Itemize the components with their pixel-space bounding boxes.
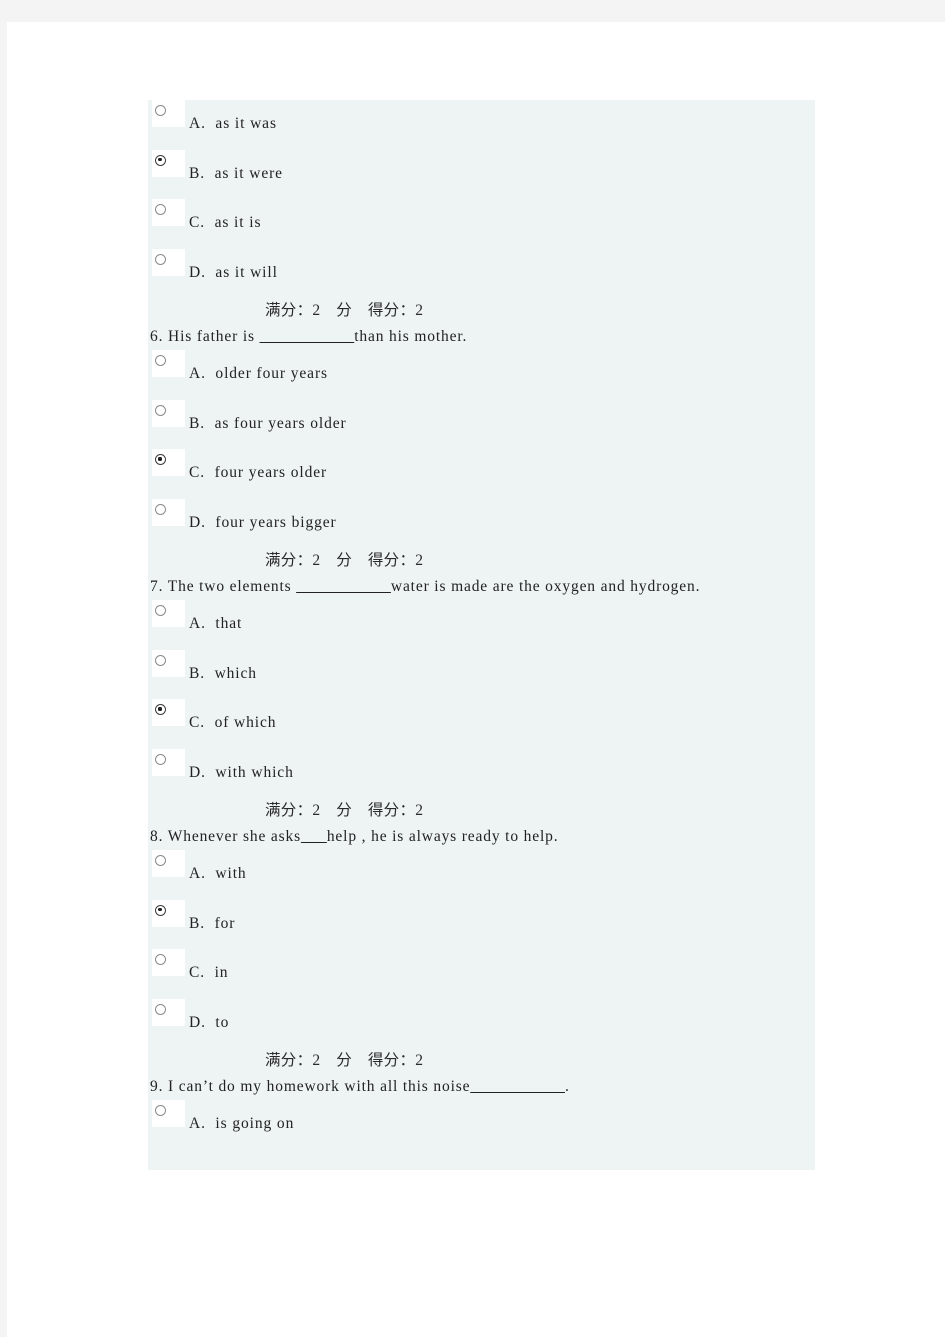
radio-unselected-icon[interactable] [155,204,166,215]
radio-unselected-icon[interactable] [155,355,166,366]
radio-button-cell[interactable] [152,248,185,276]
radio-unselected-icon[interactable] [155,503,166,515]
radio-unselected-icon[interactable] [155,654,166,666]
answer-option-row[interactable]: A. with [148,850,815,900]
radio-selected-icon[interactable] [155,154,166,166]
answer-option-row[interactable]: C. of which [148,699,815,749]
radio-unselected-icon[interactable] [155,855,166,866]
radio-unselected-icon[interactable] [155,253,166,265]
answer-option-label: A. that [189,615,243,632]
radio-unselected-icon[interactable] [155,105,166,116]
question-number: 8. [150,828,164,845]
question-text-after-blank: than his mother. [354,328,468,345]
quiz-question-panel: A. as it was B. as it were C. as it is D. a… [148,100,815,1170]
question-blank: ___________ [259,328,355,345]
answer-option-label: A. with [189,865,247,882]
radio-button-cell[interactable] [152,748,185,776]
radio-button-cell[interactable] [152,350,185,377]
answer-option-row[interactable]: D. four years bigger [148,498,815,549]
document-page: A. as it was B. as it were C. as it is D. a… [7,22,945,1337]
question-blank: ___________ [470,1078,565,1095]
question-text-before-blank: His father is [163,328,260,345]
question-text-after-blank: help , he is always ready to help. [326,828,559,845]
radio-unselected-icon[interactable] [155,1003,166,1015]
radio-button-cell[interactable] [152,850,185,877]
radio-button-cell[interactable] [152,149,185,177]
question-number: 9. [150,1078,164,1095]
score-line: 满分：2 分 得分：2 [265,552,424,569]
answer-option-row[interactable]: D. with which [148,748,815,799]
question-stem: 9. I can’t do my homework with all this … [148,1074,815,1100]
question-number: 7. [150,578,164,595]
radio-button-cell[interactable] [152,699,185,726]
radio-button-cell[interactable] [152,199,185,226]
answer-option-row[interactable]: B. for [148,899,815,950]
radio-button-cell[interactable] [152,498,185,526]
radio-unselected-icon[interactable] [155,753,166,765]
answer-option-row[interactable]: A. older four years [148,350,815,400]
radio-selected-icon[interactable] [155,904,166,916]
answer-option-label: D. four years bigger [189,513,337,531]
question-text-after-blank: . [564,1078,570,1095]
answer-option-row[interactable]: C. in [148,949,815,999]
answer-option-label: C. of which [189,714,277,731]
answer-option-label: B. which [189,664,257,682]
left-gray-strip [0,22,7,1337]
radio-button-cell[interactable] [152,649,185,677]
answer-option-label: B. for [189,914,236,932]
radio-button-cell[interactable] [152,399,185,427]
radio-button-cell[interactable] [152,949,185,976]
radio-button-cell[interactable] [152,100,185,127]
question-stem: 7. The two elements ___________water is … [148,574,815,600]
radio-button-cell[interactable] [152,1100,185,1127]
answer-option-row[interactable]: C. as it is [148,199,815,249]
answer-option-label: A. older four years [189,365,328,382]
answer-option-label: D. as it will [189,263,278,281]
answer-option-row[interactable]: A. that [148,600,815,650]
question-text-before-blank: I can’t do my homework with all this noi… [163,1078,471,1095]
answer-option-row[interactable]: C. four years older [148,449,815,499]
radio-unselected-icon[interactable] [155,605,166,616]
answer-option-label: C. in [189,964,229,981]
question-text-after-blank: water is made are the oxygen and hydroge… [390,578,701,595]
score-line: 满分：2 分 得分：2 [265,302,424,319]
radio-button-cell[interactable] [152,998,185,1026]
question-blank: ___ [301,828,327,845]
question-text-before-blank: Whenever she asks [163,828,302,845]
radio-button-cell[interactable] [152,449,185,476]
radio-unselected-icon[interactable] [155,954,166,965]
question-blank: ___________ [296,578,391,595]
answer-option-row[interactable]: D. as it will [148,248,815,299]
answer-option-row[interactable]: D. to [148,998,815,1049]
answer-option-label: D. to [189,1013,230,1031]
radio-unselected-icon[interactable] [155,1105,166,1116]
radio-button-cell[interactable] [152,899,185,927]
top-gray-strip [0,0,945,22]
answer-option-label: A. as it was [189,115,277,132]
question-stem: 6. His father is ___________than his mot… [148,324,815,350]
answer-option-label: B. as it were [189,164,283,182]
answer-option-label: A. is going on [189,1115,295,1132]
answer-option-row[interactable]: B. which [148,649,815,700]
answer-option-label: C. as it is [189,214,262,231]
answer-option-label: D. with which [189,763,294,781]
question-stem: 8. Whenever she asks___help , he is alwa… [148,824,815,850]
answer-option-row[interactable]: A. is going on [148,1100,815,1150]
radio-selected-icon[interactable] [155,704,166,715]
question-number: 6. [150,328,164,345]
answer-option-row[interactable]: A. as it was [148,100,815,150]
radio-selected-icon[interactable] [155,454,166,465]
radio-button-cell[interactable] [152,600,185,627]
answer-option-row[interactable]: B. as four years older [148,399,815,450]
question-text-before-blank: The two elements [163,578,297,595]
score-line: 满分：2 分 得分：2 [265,802,424,819]
answer-option-label: C. four years older [189,464,328,481]
answer-option-row[interactable]: B. as it were [148,149,815,200]
score-line: 满分：2 分 得分：2 [265,1052,424,1069]
radio-unselected-icon[interactable] [155,404,166,416]
answer-option-label: B. as four years older [189,414,347,432]
